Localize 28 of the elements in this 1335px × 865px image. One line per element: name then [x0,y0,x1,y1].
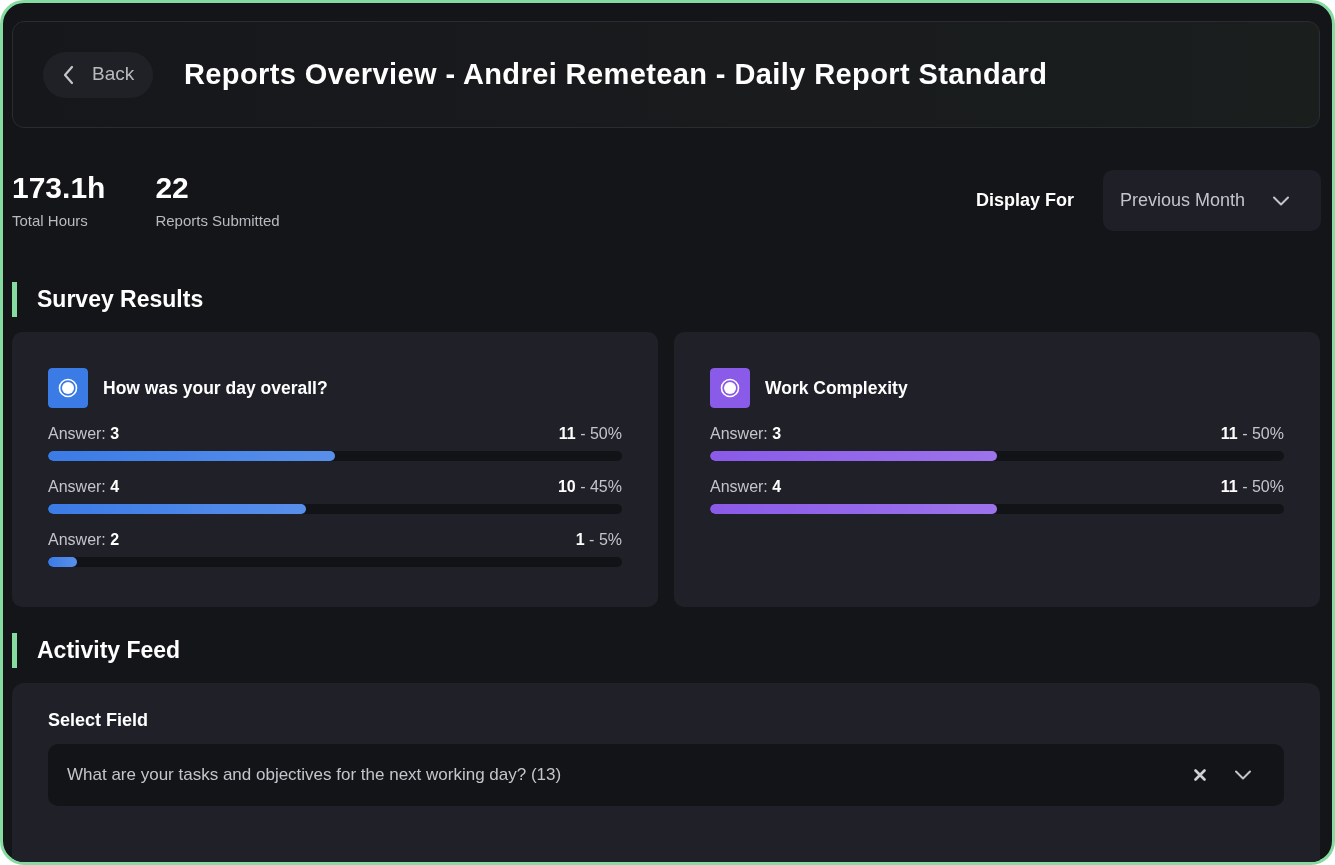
question-title: Work Complexity [765,377,908,399]
stat-label: Reports Submitted [155,211,280,231]
answer-count: 11 - 50% [1220,424,1284,444]
stat-value: 22 [155,170,190,206]
answer-label: Answer: 3 [48,424,120,444]
question-title: How was your day overall? [103,377,328,399]
answer-count: 1 - 5% [575,530,622,550]
chevron-down-icon[interactable] [1235,770,1251,780]
back-button[interactable]: Back [43,51,153,98]
field-label: Select Field [48,709,150,731]
answer-count: 11 - 50% [1220,477,1284,497]
answer-label: Answer: 4 [48,477,120,497]
period-dropdown[interactable]: Previous Month [1103,170,1321,231]
chevron-left-icon [62,64,75,85]
page-title: Reports Overview - Andrei Remetean - Daily Report Standard [184,57,1048,92]
stat-label: Total Hours [12,211,89,231]
answer-label: Answer: 4 [710,477,782,497]
answer-label: Answer: 3 [710,424,782,444]
field-select[interactable]: What are your tasks and objectives for the next working day? (13) [48,744,1284,806]
answer-count: 10 - 45% [557,477,622,497]
answer-label: Answer: 2 [48,530,120,550]
display-for-label: Display For [975,189,1074,212]
stat-value: 173.1h [12,170,106,206]
close-icon[interactable] [1194,769,1206,781]
section-heading: Survey Results [12,282,1320,317]
chevron-down-icon [1273,195,1289,206]
section-heading: Activity Feed [12,633,1320,668]
answer-count: 11 - 50% [558,424,622,444]
